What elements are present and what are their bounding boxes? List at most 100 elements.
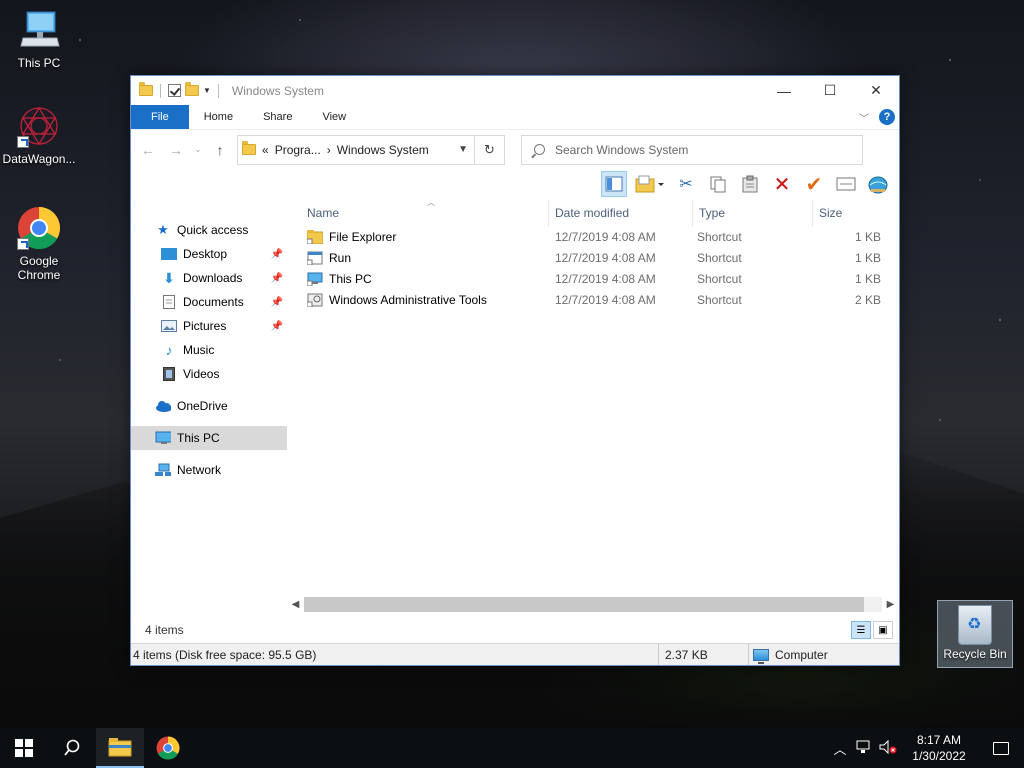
datawagon-logo-icon — [17, 104, 61, 148]
globe-icon[interactable] — [865, 171, 891, 197]
file-list: ︿ Name Date modified Type Size File Expl… — [287, 198, 899, 643]
explorer-body: ★ Quick access Desktop 📌 ⬇ Downloads 📌 D… — [131, 198, 899, 643]
details-view-icon[interactable]: ☰ — [851, 621, 871, 639]
desktop-icon-this-pc[interactable]: This PC — [2, 8, 76, 70]
file-type: Shortcut — [697, 250, 742, 265]
column-date-modified[interactable]: Date modified — [549, 200, 693, 226]
scroll-track[interactable] — [304, 597, 882, 612]
delete-icon[interactable]: ✕ — [769, 171, 795, 197]
expand-ribbon-chevron-icon[interactable]: ﹀ — [859, 110, 869, 125]
large-icons-view-icon[interactable]: ▣ — [873, 621, 893, 639]
cut-icon[interactable]: ✂ — [673, 171, 699, 197]
preview-pane-button[interactable] — [601, 171, 627, 197]
nav-onedrive[interactable]: OneDrive — [131, 394, 287, 418]
nav-this-pc[interactable]: This PC — [131, 426, 287, 450]
column-type[interactable]: Type — [693, 200, 813, 226]
nav-documents[interactable]: Documents 📌 — [131, 290, 287, 314]
tab-share[interactable]: Share — [248, 105, 307, 129]
volume-muted-icon[interactable] — [876, 739, 900, 757]
copy-icon[interactable] — [705, 171, 731, 197]
minimize-button[interactable]: — — [761, 76, 807, 105]
nav-downloads[interactable]: ⬇ Downloads 📌 — [131, 266, 287, 290]
nav-quick-access[interactable]: ★ Quick access — [131, 218, 287, 242]
computer-icon — [753, 648, 769, 664]
new-folder-icon[interactable] — [185, 82, 199, 96]
file-row[interactable]: This PC 12/7/2019 4:08 AM Shortcut 1 KB — [287, 268, 899, 289]
navigation-pane: ★ Quick access Desktop 📌 ⬇ Downloads 📌 D… — [131, 200, 287, 643]
forward-button[interactable]: → — [165, 142, 187, 158]
properties-icon[interactable] — [168, 84, 181, 97]
nav-label: This PC — [177, 431, 220, 445]
breadcrumb-programs[interactable]: Progra... — [275, 143, 321, 157]
desktop-icon-recycle-bin[interactable]: Recycle Bin — [937, 600, 1013, 668]
show-hidden-icons-chevron-icon[interactable]: ︿ — [828, 739, 852, 758]
desktop-icon-datawagon[interactable]: DataWagon... — [2, 104, 76, 166]
nav-music[interactable]: ♪ Music — [131, 338, 287, 362]
view-buttons: ☰ ▣ — [851, 621, 893, 639]
file-date: 12/7/2019 4:08 AM — [555, 271, 656, 286]
help-icon[interactable]: ? — [879, 109, 895, 125]
film-icon — [161, 367, 177, 381]
file-name: This PC — [329, 271, 372, 286]
taskbar-file-explorer[interactable] — [96, 728, 144, 768]
scroll-left-icon[interactable]: ◀ — [287, 599, 304, 610]
status-summary: 4 items (Disk free space: 95.5 GB) — [131, 644, 659, 665]
rename-check-icon[interactable]: ✔ — [801, 171, 827, 197]
search-button[interactable] — [48, 728, 96, 768]
tab-view[interactable]: View — [307, 105, 361, 129]
desktop-icon-chrome[interactable]: Google Chrome — [2, 206, 76, 282]
computer-icon — [17, 8, 61, 52]
select-all-icon[interactable] — [833, 171, 859, 197]
breadcrumb-windows-system[interactable]: Windows System — [337, 143, 429, 157]
nav-desktop[interactable]: Desktop 📌 — [131, 242, 287, 266]
recent-locations-button[interactable]: ⌄ — [193, 144, 203, 155]
horizontal-scrollbar[interactable]: ◀ ▶ — [287, 596, 899, 613]
refresh-button[interactable]: ↻ — [474, 135, 504, 164]
network-icon — [155, 463, 171, 477]
star-icon: ★ — [157, 222, 169, 237]
file-row[interactable]: Windows Administrative Tools 12/7/2019 4… — [287, 289, 899, 310]
file-row[interactable]: File Explorer 12/7/2019 4:08 AM Shortcut… — [287, 226, 899, 247]
pin-icon: 📌 — [270, 296, 283, 308]
scroll-thumb[interactable] — [304, 597, 864, 612]
folder-icon — [139, 82, 153, 96]
file-type: Shortcut — [697, 292, 742, 307]
nav-label: OneDrive — [177, 399, 228, 413]
maximize-button[interactable]: ☐ — [807, 76, 853, 105]
address-dropdown-icon[interactable]: ▼ — [458, 144, 468, 155]
up-button[interactable]: ↑ — [209, 142, 231, 158]
taskbar-chrome[interactable] — [144, 728, 192, 768]
column-name[interactable]: Name — [287, 200, 549, 226]
search-box[interactable]: Search Windows System — [521, 134, 863, 165]
tab-home[interactable]: Home — [189, 105, 248, 129]
file-name: Windows Administrative Tools — [329, 292, 487, 307]
file-date: 12/7/2019 4:08 AM — [555, 292, 656, 307]
windows-logo-icon — [15, 739, 33, 757]
action-center-button[interactable] — [978, 741, 1024, 755]
network-icon[interactable] — [852, 740, 876, 757]
column-size[interactable]: Size — [813, 200, 883, 226]
nav-pictures[interactable]: Pictures 📌 — [131, 314, 287, 338]
back-button[interactable]: ← — [137, 142, 159, 158]
separator — [160, 83, 161, 98]
paste-icon[interactable] — [737, 171, 763, 197]
customize-toolbar-arrow-icon[interactable]: ▼ — [203, 86, 211, 95]
close-button[interactable]: ✕ — [853, 76, 899, 105]
nav-videos[interactable]: Videos — [131, 362, 287, 386]
nav-label: Documents — [183, 295, 244, 309]
properties-menu-button[interactable] — [633, 171, 667, 197]
tab-file[interactable]: File — [131, 105, 189, 129]
file-row[interactable]: Run 12/7/2019 4:08 AM Shortcut 1 KB — [287, 247, 899, 268]
ribbon-tabs: File Home Share View ﹀ ? — [131, 105, 899, 129]
scroll-right-icon[interactable]: ▶ — [882, 599, 899, 610]
breadcrumb-separator[interactable]: › — [327, 143, 331, 157]
folder-icon — [242, 141, 256, 155]
address-overflow[interactable]: « — [262, 143, 269, 157]
clock[interactable]: 8:17 AM 1/30/2022 — [900, 732, 978, 764]
file-type: Shortcut — [697, 229, 742, 244]
notification-icon — [993, 741, 1009, 755]
start-button[interactable] — [0, 728, 48, 768]
address-bar[interactable]: « Progra... › Windows System ▼ ↻ — [237, 134, 505, 165]
file-date: 12/7/2019 4:08 AM — [555, 229, 656, 244]
nav-network[interactable]: Network — [131, 458, 287, 482]
